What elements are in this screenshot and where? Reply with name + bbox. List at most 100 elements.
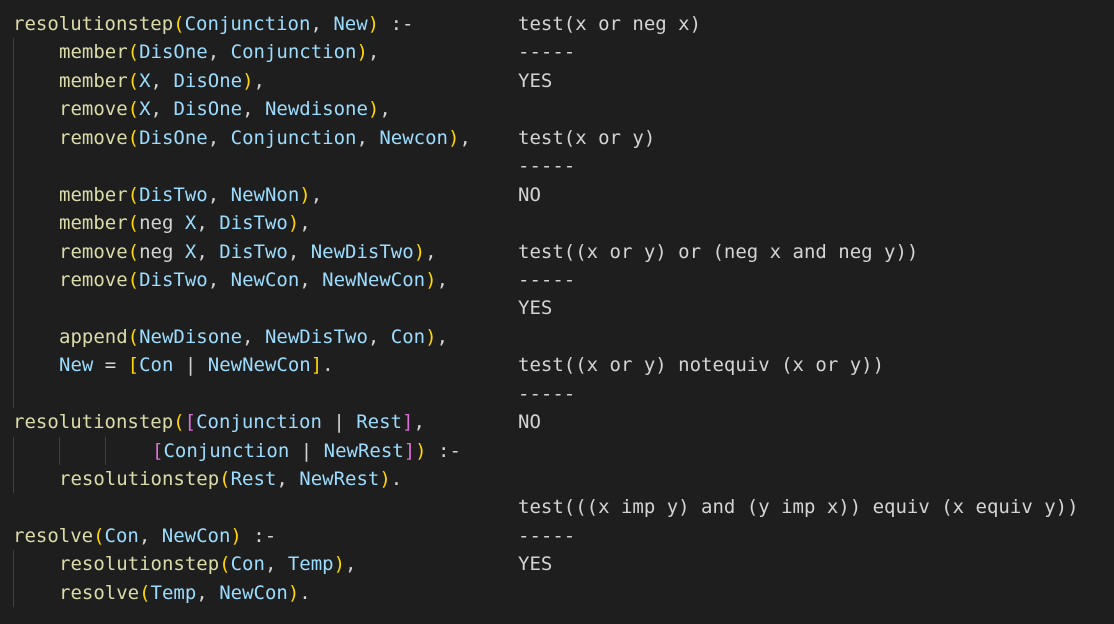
predicate-name: member (59, 41, 128, 64)
variable: Conjunction (230, 41, 357, 64)
neck-operator: :- (241, 524, 277, 547)
separator-line: ----- (518, 155, 576, 178)
indent-guide (13, 265, 14, 295)
separator: , (196, 581, 220, 604)
separator: , (196, 240, 220, 263)
indent-guide (13, 237, 14, 266)
paren: ) (415, 439, 427, 462)
code-line-17: resolutionstep(Rest, NewRest). (13, 465, 503, 494)
variable: Conjunction (230, 126, 357, 149)
variable: X (184, 212, 197, 235)
terminator: , (459, 126, 471, 149)
separator: , (367, 325, 391, 348)
variable: DisOne (173, 98, 243, 121)
code-line-10: remove(DisTwo, NewCon, NewNewCon), (13, 265, 503, 295)
predicate-name: remove (59, 98, 128, 121)
paren: ) (230, 524, 242, 547)
variable: Newcon (379, 126, 448, 149)
separator: , (150, 98, 174, 121)
separator: , (196, 212, 220, 235)
neck-operator: :- (379, 13, 414, 35)
separator-line: ----- (518, 524, 576, 547)
variable: NewRest (323, 439, 404, 462)
terminator: , (367, 41, 380, 64)
variable: New (59, 354, 94, 377)
code-line-14 (13, 379, 503, 409)
variable: Rest (356, 411, 402, 434)
query-line: test(x or neg x) (518, 13, 702, 35)
neg-operator: neg (139, 212, 185, 235)
paren: ( (219, 468, 231, 490)
paren: ( (127, 212, 140, 235)
indent-guide (13, 123, 14, 153)
paren: ) (299, 183, 311, 206)
paren: ( (93, 524, 105, 547)
variable: Newdisone (264, 98, 368, 121)
predicate-name: remove (59, 268, 128, 291)
separator: , (207, 41, 231, 64)
equals-operator: = (93, 354, 128, 377)
variable: NewRest (299, 468, 380, 490)
predicate-name: remove (59, 240, 128, 263)
variable: DisOne (173, 69, 243, 92)
variable: DisOne (139, 41, 208, 64)
paren: ) (356, 41, 368, 64)
predicate-name: resolutionstep (59, 553, 220, 576)
paren: ) (287, 581, 300, 604)
bracket: ] (403, 439, 416, 462)
indent-guide (13, 379, 14, 409)
terminator: , (379, 98, 391, 121)
paren: ( (127, 240, 140, 263)
separator: , (276, 468, 300, 490)
terminator: . (322, 354, 334, 377)
indent-guide (13, 66, 14, 96)
variable: NewNewCon (322, 268, 426, 291)
paren: ( (219, 553, 231, 576)
query-line: test(x or y) (518, 126, 656, 149)
code-line-8: member(neg X, DisTwo), (13, 209, 503, 238)
separator: , (310, 13, 334, 35)
code-line-3: member(X, DisOne), (13, 66, 503, 96)
paren: ( (127, 41, 140, 64)
separator: , (299, 268, 323, 291)
paren: ) (242, 69, 254, 92)
variable: NewNewCon (207, 354, 311, 377)
terminator: , (299, 212, 311, 235)
list-bar: | (289, 439, 324, 462)
variable: NewCon (230, 268, 300, 291)
paren: ( (173, 411, 185, 434)
indent-guide (13, 465, 14, 494)
code-line-20: resolutionstep(Con, Temp), (13, 550, 503, 579)
code-line-21: resolve(Temp, NewCon). (13, 578, 503, 608)
separator-line: ----- (518, 41, 576, 64)
indent-guide (13, 180, 14, 210)
indent-guide (13, 95, 14, 124)
variable: DisOne (139, 126, 208, 149)
output-pane: test(x or neg x) ----- YES test(x or y) … (518, 10, 1108, 579)
separator: , (207, 126, 231, 149)
variable: X (139, 98, 151, 121)
code-line-13: New = [Con | NewNewCon]. (13, 351, 503, 380)
paren: ) (287, 212, 300, 235)
query-line: test(((x imp y) and (y imp x)) equiv (x … (518, 496, 1079, 519)
variable: Con (139, 354, 174, 377)
paren: ) (367, 13, 380, 35)
neck-operator: :- (426, 439, 461, 462)
paren: ) (367, 98, 380, 121)
separator: , (207, 183, 231, 206)
separator-line: ----- (518, 268, 576, 291)
separator: , (242, 98, 265, 121)
result-line: NO (518, 183, 541, 206)
paren: ) (379, 468, 391, 490)
variable: DisTwo (139, 268, 208, 291)
terminator: , (425, 240, 437, 263)
code-line-16: [Conjunction | NewRest]) :- (13, 436, 503, 465)
terminator: , (436, 268, 449, 291)
paren: ) (425, 268, 437, 291)
query-line: test((x or y) notequiv (x or y)) (518, 354, 885, 377)
